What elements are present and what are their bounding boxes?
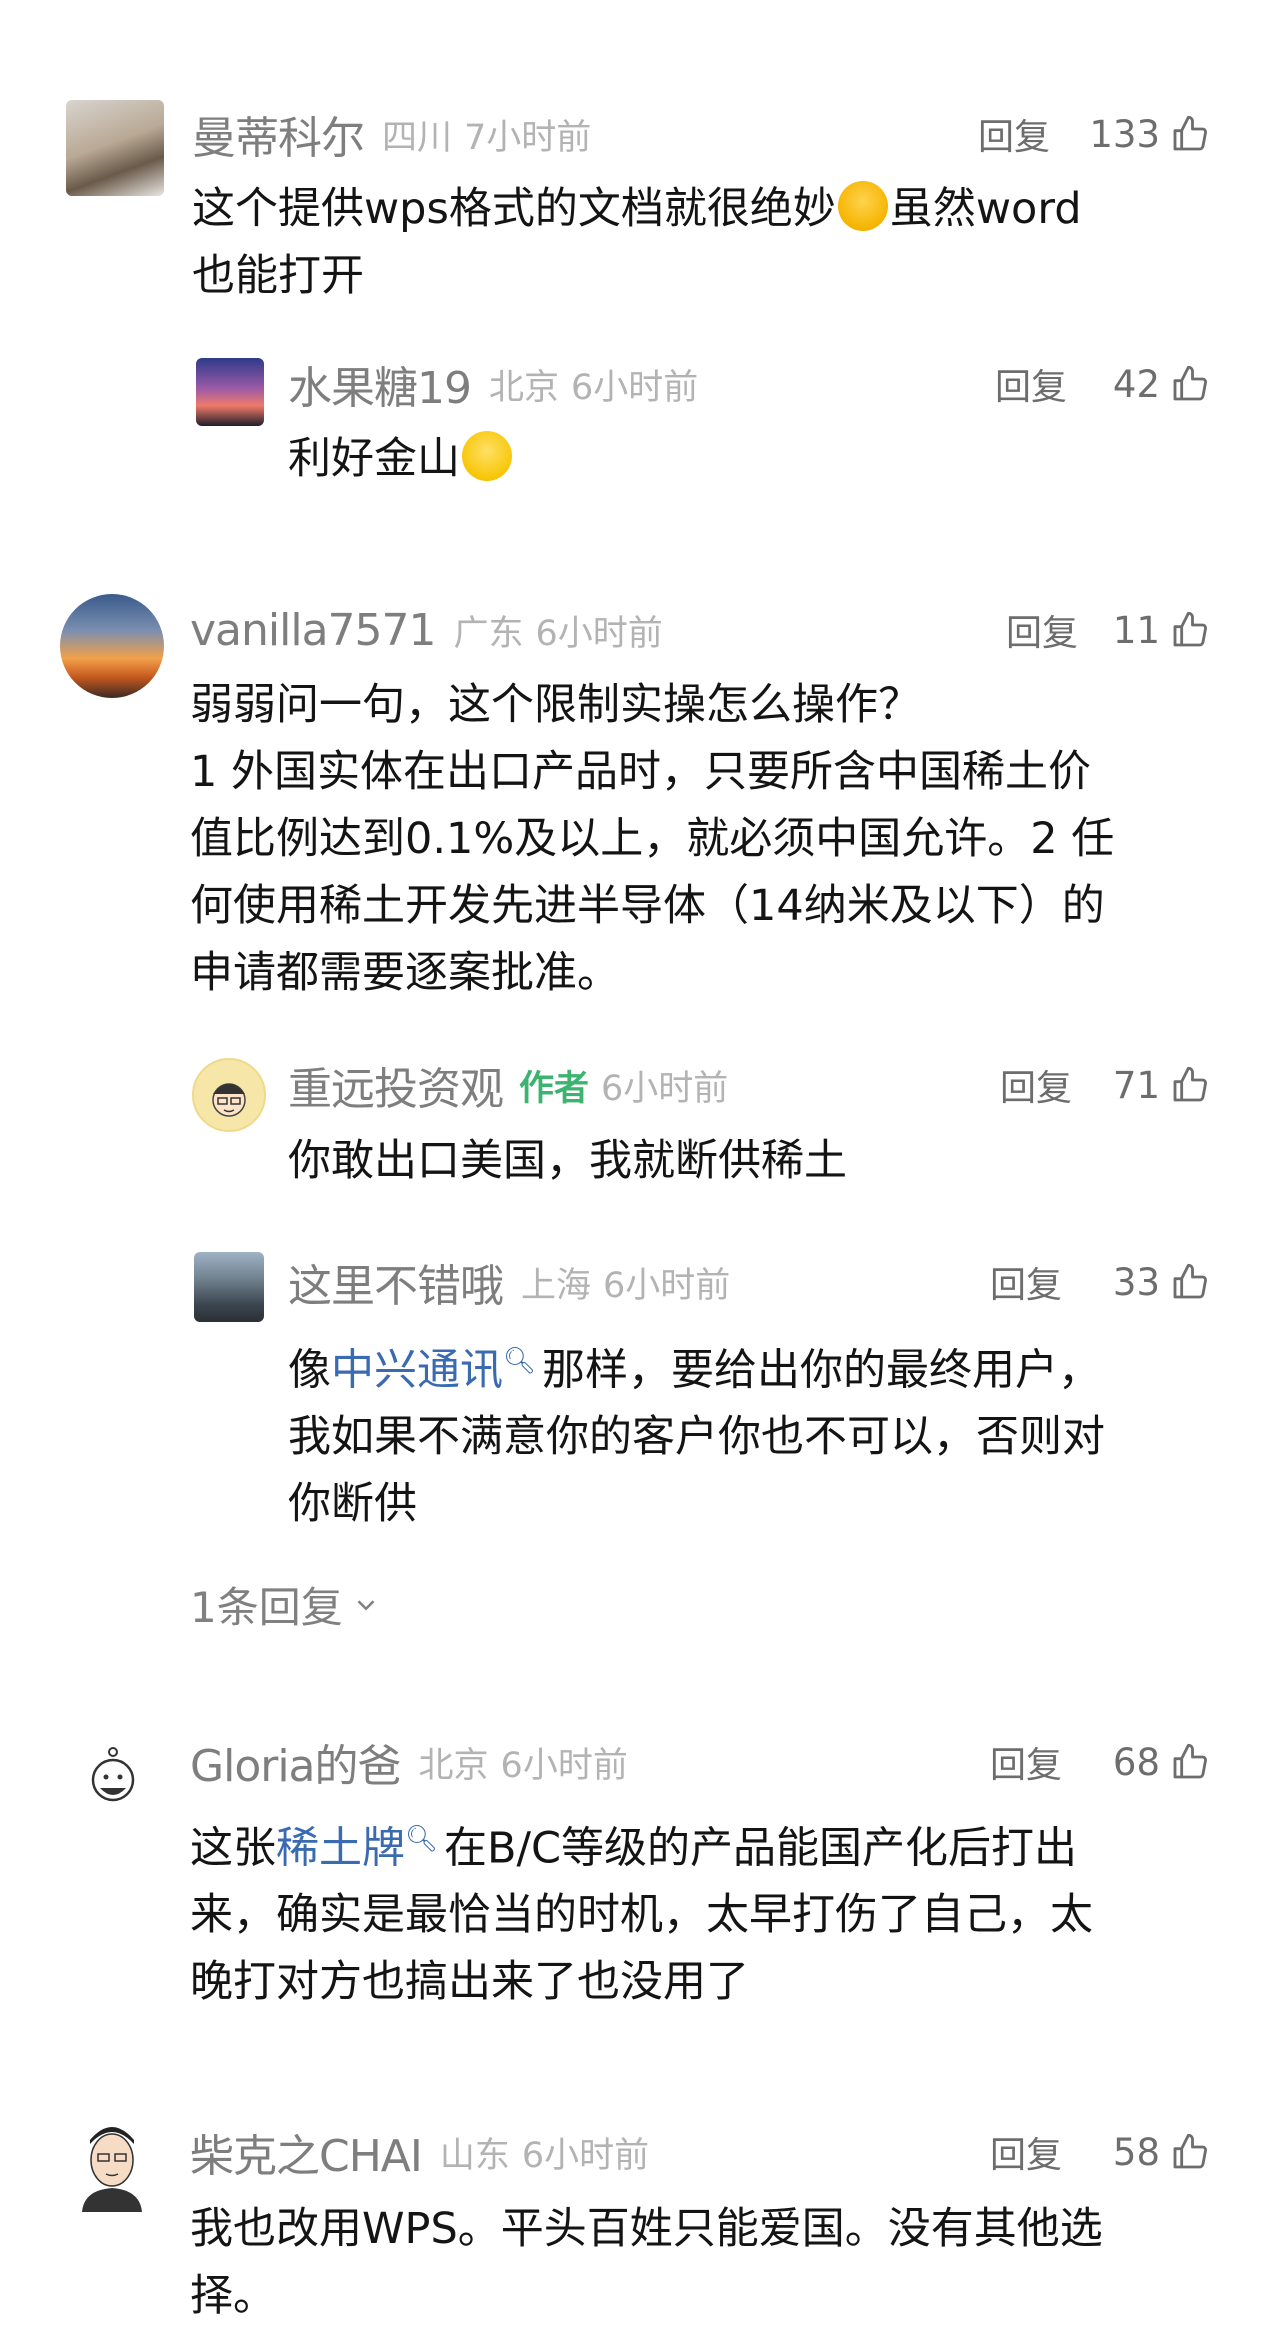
search-icon[interactable]: 🔍︎	[503, 1346, 536, 1376]
reply-button[interactable]: 回复	[990, 1732, 1062, 1792]
comment-line: 这张稀土牌🔍︎ 在B/C等级的产品能国产化后打出	[190, 1806, 1230, 1882]
comment-line: 择。	[190, 2271, 276, 2321]
comment-text-part: 那样，要给出你的最终用户，	[542, 1345, 1102, 1396]
comment-text-part: 在B/C等级的产品能国产化后打出	[444, 1823, 1078, 1874]
reply-button[interactable]: 回复	[1000, 1055, 1072, 1115]
comment-line: 你断供	[288, 1479, 417, 1530]
more-replies-label: 1条回复	[190, 1583, 343, 1632]
reply-button[interactable]: 回复	[1006, 600, 1078, 660]
comment-line: 何使用稀土开发先进半导体（14纳米及以下）的	[190, 881, 1105, 931]
username[interactable]: 这里不错哦	[288, 1250, 504, 1314]
reply-button[interactable]: 回复	[978, 104, 1050, 164]
location: 四川	[382, 117, 453, 158]
comment-text-part: 这张	[190, 1823, 276, 1874]
like-count: 58	[1112, 2130, 1160, 2174]
thumbs-up-icon	[1173, 115, 1207, 151]
comment-text-part: 利好金山	[288, 434, 460, 484]
username[interactable]: 水果糖19	[288, 352, 472, 416]
avatar[interactable]	[192, 1058, 266, 1132]
timestamp: 6小时前	[500, 1745, 628, 1786]
username[interactable]: vanilla7571	[190, 605, 437, 656]
author-badge: 作者	[519, 1068, 590, 1109]
comment-line: 弱弱问一句，这个限制实操怎么操作？	[190, 680, 921, 730]
comment-line: 像中兴通讯🔍︎ 那样，要给出你的最终用户，	[288, 1328, 1228, 1404]
search-link[interactable]: 中兴通讯	[331, 1345, 503, 1395]
thumbs-up-icon	[1173, 365, 1207, 401]
like-button[interactable]: 58	[1070, 2122, 1210, 2182]
expand-replies-button[interactable]: 1条回复	[190, 1574, 381, 1635]
comment-text: 我也改用WPS。平头百姓只能爱国。没有其他选 择。	[190, 2196, 1230, 2330]
laughing-crying-emoji-icon	[837, 181, 888, 231]
thumbs-up-icon	[1173, 1263, 1207, 1299]
avatar[interactable]	[66, 100, 164, 196]
comment-line: 值比例达到0.1%及以上，就必须中国允许。2 任	[190, 814, 1115, 864]
like-button[interactable]: 133	[1070, 104, 1210, 164]
comment-page: { "comments": [ { "user": "曼蒂科尔", "locat…	[0, 0, 1280, 2345]
like-count: 11	[1112, 608, 1160, 652]
location: 北京	[418, 1745, 489, 1786]
location: 山东	[439, 2135, 510, 2176]
timestamp: 6小时前	[601, 1068, 729, 1109]
location: 北京	[489, 367, 560, 408]
timestamp: 7小时前	[464, 117, 592, 158]
comment-text: 利好金山	[288, 426, 514, 493]
comment-line: 来，确实是最恰当的时机，太早打伤了自己，太	[190, 1890, 1093, 1941]
thumbs-up-icon	[1173, 1743, 1207, 1779]
timestamp: 6小时前	[603, 1265, 731, 1306]
comment-line: 晚打对方也搞出来了也没用了	[190, 1957, 749, 2008]
comment-text: 这张稀土牌🔍︎ 在B/C等级的产品能国产化后打出 来，确实是最恰当的时机，太早打伤…	[190, 1806, 1230, 2016]
location: 广东	[453, 613, 524, 654]
location: 上海	[521, 1265, 592, 1306]
comment-text-part: 虽然word	[889, 184, 1082, 234]
comment-text-part: 这个提供wps格式的文档就很绝妙	[192, 184, 836, 234]
like-count: 133	[1089, 112, 1160, 156]
avatar[interactable]	[78, 1740, 148, 1810]
search-icon[interactable]: 🔍︎	[405, 1824, 438, 1854]
avatar[interactable]	[196, 358, 264, 426]
comment-text: 像中兴通讯🔍︎ 那样，要给出你的最终用户， 我如果不满意你的客户你也不可以，否则对…	[288, 1328, 1228, 1538]
username[interactable]: Gloria的爸	[190, 1730, 402, 1794]
reply-button[interactable]: 回复	[990, 2122, 1062, 2182]
like-count: 71	[1112, 1063, 1160, 1107]
grinning-emoji-icon	[462, 431, 512, 481]
like-count: 68	[1112, 1740, 1160, 1784]
like-button[interactable]: 42	[1070, 354, 1210, 414]
chevron-down-icon	[357, 1599, 375, 1611]
thumbs-up-icon	[1173, 1066, 1207, 1102]
like-count: 42	[1112, 362, 1160, 406]
like-count: 33	[1112, 1260, 1160, 1304]
username[interactable]: 曼蒂科尔	[192, 102, 365, 166]
comment-line: 申请都需要逐案批准。	[190, 948, 620, 998]
avatar[interactable]	[70, 2114, 154, 2212]
comment-text: 这个提供wps格式的文档就很绝妙 虽然word 也能打开	[192, 176, 1192, 310]
timestamp: 6小时前	[571, 367, 699, 408]
reply-button[interactable]: 回复	[995, 354, 1067, 414]
like-button[interactable]: 33	[1070, 1252, 1210, 1312]
timestamp: 6小时前	[521, 2135, 650, 2176]
reply-button[interactable]: 回复	[990, 1252, 1062, 1312]
comment-text: 你敢出口美国，我就断供稀土	[288, 1136, 847, 1186]
comment-line: 1 外国实体在出口产品时，只要所含中国稀土价	[190, 747, 1092, 797]
comment-text-part: 也能打开	[192, 251, 364, 301]
username[interactable]: 重远投资观	[288, 1053, 504, 1117]
comment-text-part: 像	[288, 1345, 331, 1396]
timestamp: 6小时前	[535, 613, 663, 654]
avatar[interactable]	[60, 594, 164, 698]
comment-text: 弱弱问一句，这个限制实操怎么操作？ 1 外国实体在出口产品时，只要所含中国稀土价…	[190, 672, 1230, 1007]
search-link[interactable]: 稀土牌	[276, 1823, 405, 1873]
cartoon-face-icon	[82, 2127, 142, 2212]
comment-line: 我如果不满意你的客户你也不可以，否则对	[288, 1412, 1105, 1463]
thumbs-up-icon	[1173, 611, 1207, 647]
comment-line: 我也改用WPS。平头百姓只能爱国。没有其他选	[190, 2204, 1103, 2254]
thumbs-up-icon	[1173, 2133, 1207, 2169]
like-button[interactable]: 71	[1070, 1055, 1210, 1115]
like-button[interactable]: 11	[1070, 600, 1210, 660]
like-button[interactable]: 68	[1070, 1732, 1210, 1792]
avatar[interactable]	[194, 1252, 264, 1322]
cartoon-face-icon	[91, 1747, 135, 1802]
username[interactable]: 柴克之CHAI	[190, 2120, 423, 2184]
cartoon-face-icon	[212, 1083, 246, 1117]
